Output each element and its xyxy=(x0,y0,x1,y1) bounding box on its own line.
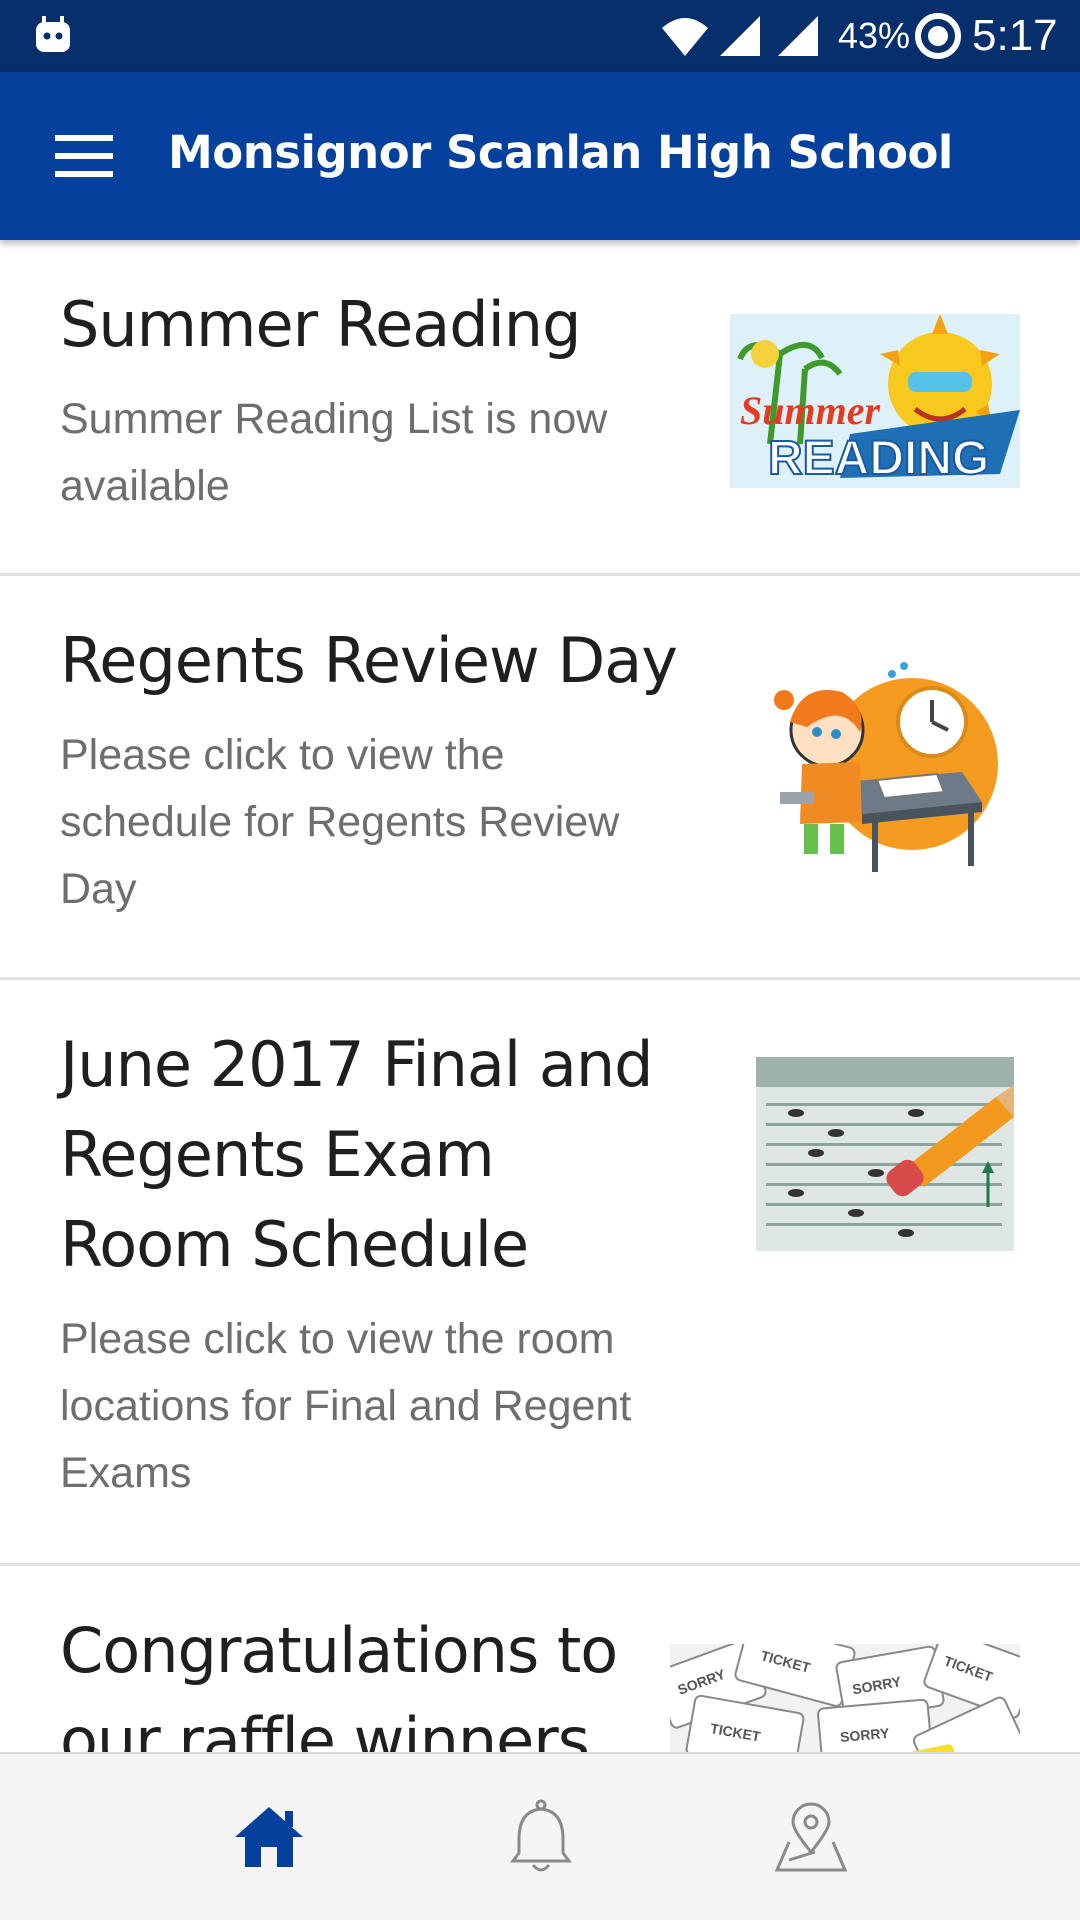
news-feed[interactable]: Summer Reading Summer Reading List is no… xyxy=(0,240,1080,1752)
card-title: Summer Reading xyxy=(60,288,581,361)
card-title: Congratulations to our raffle winners xyxy=(60,1614,618,1752)
map-pin-icon xyxy=(775,1802,847,1872)
summer-reading-image: Summer READING xyxy=(730,314,1020,488)
battery-percentage: 43% xyxy=(838,15,911,56)
news-card[interactable]: Congratulations to our raffle winners SO… xyxy=(0,1566,1080,1752)
app-bar: Monsignor Scanlan High School xyxy=(0,72,1080,240)
nav-tab-location[interactable] xyxy=(766,1792,856,1882)
bell-icon xyxy=(510,1799,572,1872)
nav-tab-notifications[interactable] xyxy=(496,1792,586,1882)
sync-icon xyxy=(915,13,961,59)
raffle-tickets-image: SORRY TICKET SORRY TICKET TICKET SORRY xyxy=(670,1644,1020,1752)
bottom-navigation xyxy=(0,1752,1080,1920)
card-summary: Please click to view the schedule for Re… xyxy=(60,731,620,913)
student-taking-test-image xyxy=(772,652,998,878)
app-title: Monsignor Scanlan High School xyxy=(168,126,953,179)
cell-signal-icon xyxy=(720,16,760,56)
menu-button[interactable] xyxy=(40,116,128,196)
card-summary: Please click to view the room locations … xyxy=(60,1315,632,1497)
hamburger-menu-icon xyxy=(55,135,113,177)
image-text-reading: READING xyxy=(768,432,989,485)
android-notification-icon xyxy=(36,16,70,52)
card-title: June 2017 Final and Regents Exam Room Sc… xyxy=(60,1028,653,1281)
clock: 5:17 xyxy=(972,11,1058,60)
news-card[interactable]: Summer Reading Summer Reading List is no… xyxy=(0,240,1080,576)
news-card[interactable]: Regents Review Day Please click to view … xyxy=(0,576,1080,980)
card-summary: Summer Reading List is now available xyxy=(60,395,608,510)
status-bar: 43% 5:17 xyxy=(0,0,1080,72)
image-text-summer: Summer xyxy=(740,388,880,433)
home-icon xyxy=(235,1807,303,1867)
answer-sheet-pencil-image xyxy=(756,1057,1014,1251)
cell-signal-icon xyxy=(778,16,818,56)
nav-tab-home[interactable] xyxy=(224,1792,314,1882)
news-card[interactable]: June 2017 Final and Regents Exam Room Sc… xyxy=(0,980,1080,1566)
card-title: Regents Review Day xyxy=(60,624,678,697)
wifi-icon xyxy=(662,18,708,56)
